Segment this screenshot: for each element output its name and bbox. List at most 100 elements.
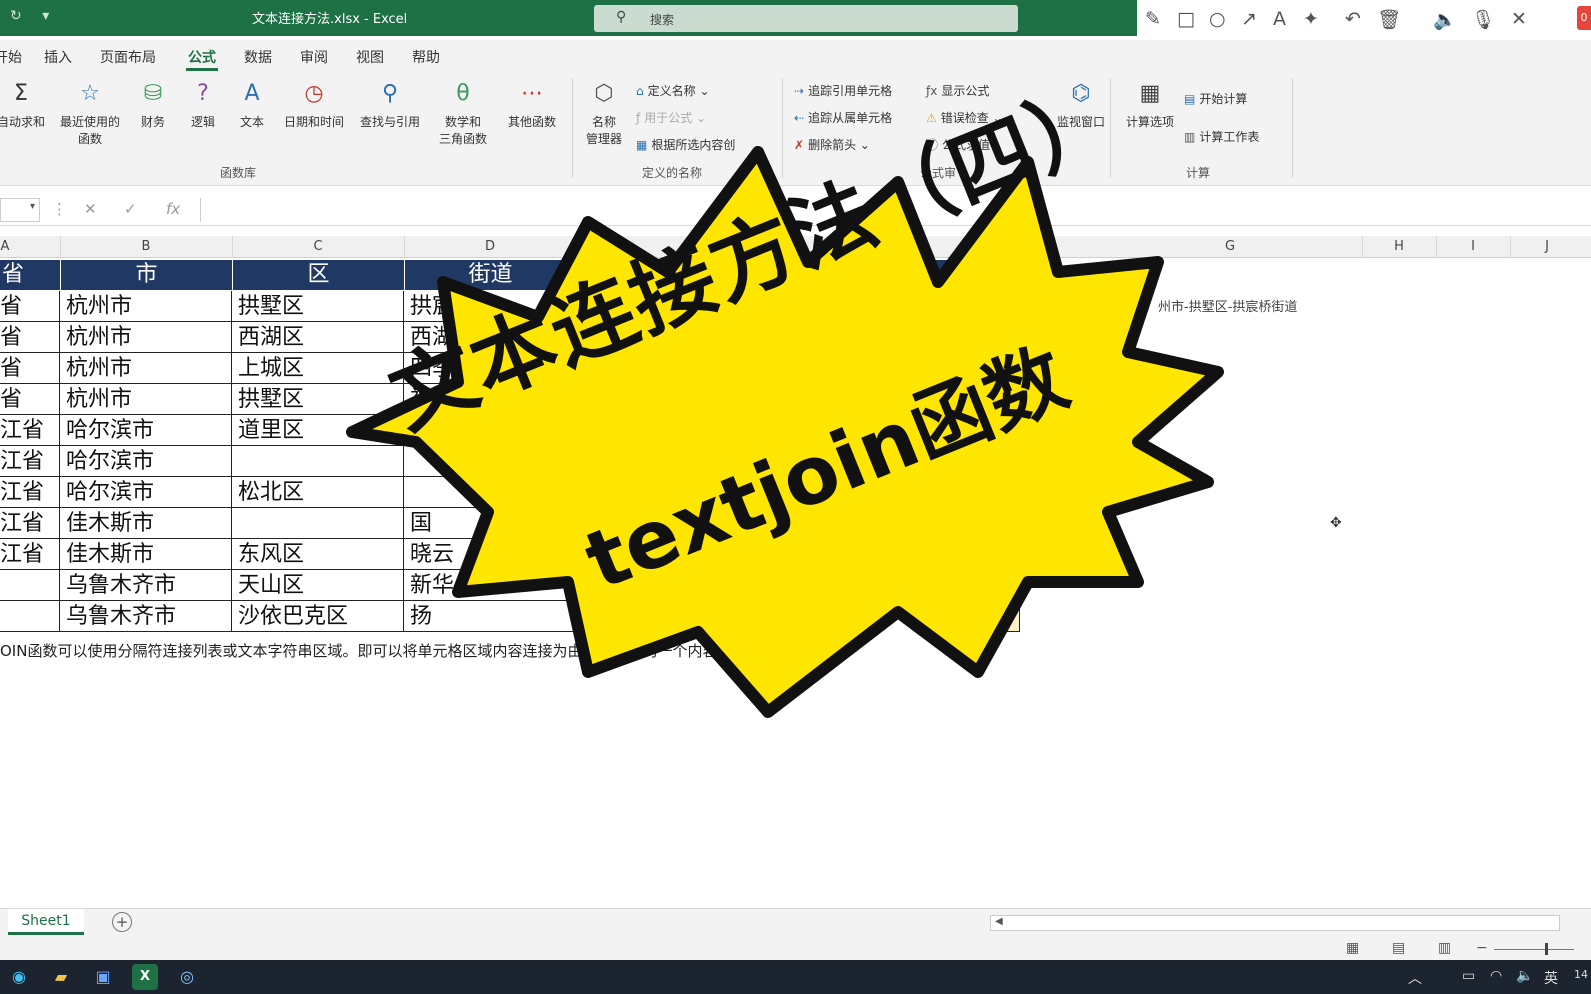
table-cell[interactable]: 省 bbox=[0, 353, 60, 384]
recent-functions-button[interactable]: ☆ 最近使用的 函数 bbox=[54, 78, 126, 147]
table-cell[interactable]: 乌鲁木齐市 bbox=[60, 601, 232, 632]
more-vert-icon: ⋮ bbox=[52, 200, 67, 218]
table-cell[interactable]: 江省 bbox=[0, 539, 60, 570]
close-icon[interactable]: ✕ bbox=[1511, 8, 1527, 30]
browser-icon[interactable]: ◎ bbox=[174, 964, 200, 990]
cancel-icon[interactable]: ✕ bbox=[84, 200, 97, 218]
text-tool-icon[interactable]: A bbox=[1273, 8, 1286, 30]
network-icon[interactable]: ◠ bbox=[1490, 968, 1502, 984]
theta-icon: θ bbox=[456, 81, 470, 106]
windows-taskbar: ◉ ▰ ▣ X ◎ ︿ ▭ ◠ 🔈 英 14 bbox=[0, 960, 1591, 994]
table-cell[interactable] bbox=[0, 570, 60, 601]
file-explorer-icon[interactable]: ▰ bbox=[48, 964, 74, 990]
table-cell[interactable]: 哈尔滨市 bbox=[60, 477, 232, 508]
column-header-b[interactable]: B bbox=[60, 239, 232, 254]
table-cell[interactable]: 省 bbox=[0, 291, 60, 322]
question-icon: ? bbox=[197, 81, 209, 106]
tab-page-layout[interactable]: 页面布局 bbox=[100, 47, 156, 67]
table-cell[interactable]: 杭州市 bbox=[60, 353, 232, 384]
quick-access-toolbar: ↻ ▾ bbox=[10, 8, 65, 24]
scroll-left-icon[interactable]: ◀ bbox=[995, 916, 1003, 927]
enter-icon[interactable]: ✓ bbox=[124, 200, 137, 218]
excel-window: ↻ ▾ 文本连接方法.xlsx - Excel ⚲ 搜索 ✎ □ ○ ↗ A ✦… bbox=[0, 0, 1591, 994]
column-header-a[interactable]: A bbox=[0, 239, 10, 254]
tab-formulas[interactable]: 公式 bbox=[188, 47, 216, 67]
column-header-i[interactable]: I bbox=[1436, 239, 1510, 254]
zoom-out-icon[interactable]: − bbox=[1476, 940, 1488, 956]
sheet-tab-sheet1[interactable]: Sheet1 bbox=[8, 909, 84, 935]
arrow-icon[interactable]: ↗ bbox=[1241, 8, 1257, 30]
text-functions-label: 文本 bbox=[239, 115, 264, 129]
define-name-button[interactable]: ⌂ 定义名称 ⌄ bbox=[636, 82, 710, 99]
column-header-j[interactable]: J bbox=[1510, 239, 1584, 254]
tab-view[interactable]: 视图 bbox=[356, 47, 384, 67]
calc-now-icon: ▤ bbox=[1184, 92, 1196, 106]
autosum-label: 自动求和 bbox=[0, 115, 45, 129]
show-formulas-icon: ƒx bbox=[926, 84, 938, 98]
trace-precedents-icon: ⇢ bbox=[794, 84, 805, 98]
text-a-icon: A bbox=[244, 81, 260, 106]
trace-precedents-button[interactable]: ⇢ 追踪引用单元格 bbox=[794, 82, 892, 99]
table-cell[interactable]: 江省 bbox=[0, 415, 60, 446]
tab-help[interactable]: 帮助 bbox=[412, 47, 440, 67]
table-cell[interactable]: 杭州市 bbox=[60, 384, 232, 415]
save-icon[interactable]: ▣ bbox=[90, 964, 116, 990]
pencil-icon[interactable]: ✎ bbox=[1145, 8, 1161, 30]
table-cell[interactable]: 哈尔滨市 bbox=[60, 446, 232, 477]
ime-indicator[interactable]: 英 bbox=[1544, 968, 1558, 988]
table-cell[interactable]: 省 bbox=[0, 322, 60, 353]
tab-home[interactable]: 开始 bbox=[0, 47, 22, 67]
table-cell[interactable]: 江省 bbox=[0, 446, 60, 477]
header-cell-city[interactable]: 市 bbox=[61, 260, 232, 290]
zoom-slider[interactable] bbox=[1494, 949, 1574, 950]
normal-view-icon[interactable]: ▦ bbox=[1346, 940, 1359, 956]
customize-qat-icon[interactable]: ▾ bbox=[42, 8, 49, 24]
table-cell[interactable]: 杭州市 bbox=[60, 291, 232, 322]
group-separator bbox=[1292, 78, 1293, 178]
table-cell[interactable]: 佳木斯市 bbox=[60, 539, 232, 570]
table-cell[interactable]: 江省 bbox=[0, 508, 60, 539]
column-header-h[interactable]: H bbox=[1362, 239, 1436, 254]
add-sheet-icon[interactable]: + bbox=[112, 912, 132, 932]
table-cell[interactable]: 江省 bbox=[0, 477, 60, 508]
insert-function-icon[interactable]: fx bbox=[166, 200, 180, 218]
microphone-icon[interactable]: 🎙 bbox=[1471, 8, 1495, 31]
edge-icon[interactable]: ◉ bbox=[6, 964, 32, 990]
search-box[interactable]: ⚲ 搜索 bbox=[594, 5, 1018, 32]
clock[interactable]: 14 bbox=[1574, 968, 1588, 981]
tab-review[interactable]: 审阅 bbox=[300, 47, 328, 67]
excel-taskbar-icon[interactable]: X bbox=[132, 964, 158, 990]
circle-icon[interactable]: ○ bbox=[1209, 8, 1226, 30]
page-layout-view-icon[interactable]: ▤ bbox=[1392, 940, 1405, 956]
name-box-dropdown-icon[interactable]: ▾ bbox=[30, 201, 35, 212]
trash-icon[interactable]: 🗑 bbox=[1377, 8, 1401, 31]
volume-icon[interactable]: 🔈 bbox=[1516, 968, 1533, 984]
calc-now-button[interactable]: ▤ 开始计算 bbox=[1184, 90, 1247, 107]
magic-wand-icon[interactable]: ✦ bbox=[1303, 8, 1319, 30]
zoom-slider-thumb[interactable] bbox=[1545, 943, 1548, 955]
redo-icon[interactable]: ↻ bbox=[10, 8, 22, 24]
tab-data[interactable]: 数据 bbox=[244, 47, 272, 67]
autosum-button[interactable]: Σ 自动求和 bbox=[0, 78, 56, 130]
speaker-icon[interactable]: 🔈 bbox=[1433, 8, 1457, 31]
search-icon: ⚲ bbox=[616, 9, 627, 25]
header-cell-province[interactable]: 省 bbox=[0, 260, 60, 290]
table-cell[interactable]: 乌鲁木齐市 bbox=[60, 570, 232, 601]
horizontal-scrollbar[interactable]: ◀ bbox=[990, 915, 1560, 931]
table-cell[interactable] bbox=[0, 601, 60, 632]
rectangle-icon[interactable]: □ bbox=[1177, 8, 1195, 30]
table-cell[interactable]: 杭州市 bbox=[60, 322, 232, 353]
table-cell[interactable]: 省 bbox=[0, 384, 60, 415]
page-break-view-icon[interactable]: ▥ bbox=[1438, 940, 1451, 956]
battery-icon[interactable]: ▭ bbox=[1462, 968, 1475, 984]
record-badge[interactable]: 0 bbox=[1577, 6, 1591, 30]
undo-icon[interactable]: ↶ bbox=[1345, 8, 1361, 30]
tab-insert[interactable]: 插入 bbox=[44, 47, 72, 67]
table-cell[interactable]: 佳木斯市 bbox=[60, 508, 232, 539]
table-cell[interactable]: 哈尔滨市 bbox=[60, 415, 232, 446]
name-box[interactable]: ▾ bbox=[0, 198, 40, 222]
chevron-up-icon[interactable]: ︿ bbox=[1408, 968, 1422, 988]
window-title: 文本连接方法.xlsx - Excel bbox=[252, 12, 408, 27]
calculator-icon: ▦ bbox=[1139, 81, 1161, 106]
define-name-label: 定义名称 bbox=[647, 84, 696, 98]
